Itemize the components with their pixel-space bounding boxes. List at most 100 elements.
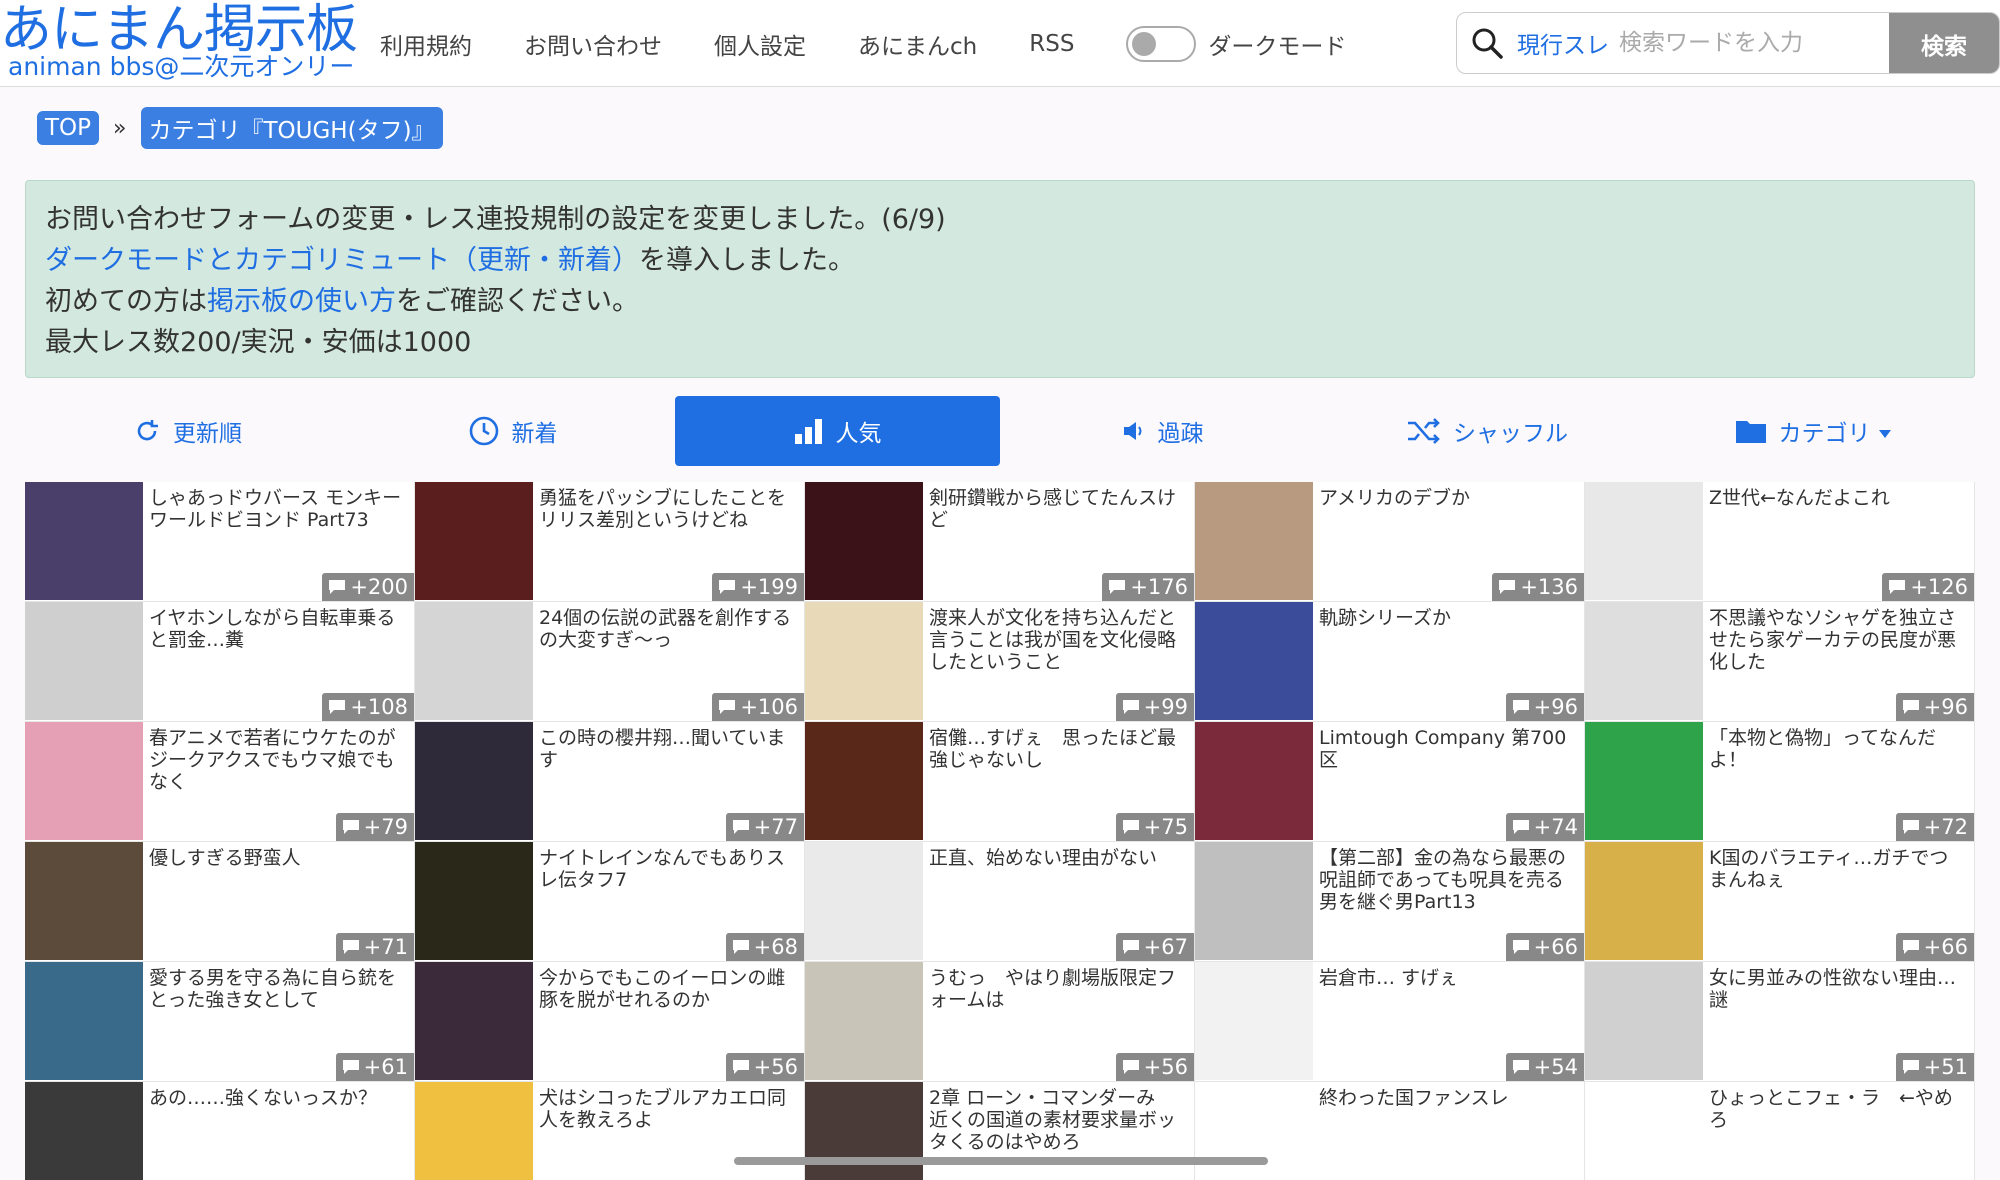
tab-updated[interactable]: 更新順 xyxy=(25,396,350,466)
thread-title[interactable]: 勇猛をパッシブにしたことをリリス差別というけどね xyxy=(539,487,794,531)
thread-card[interactable]: 春アニメで若者にウケたのがジークアクスでもウマ娘でもなく +79 xyxy=(25,722,415,842)
breadcrumb-category[interactable]: カテゴリ『TOUGH(タフ)』 xyxy=(140,107,443,149)
thread-card[interactable]: 今からでもこのイーロンの雌豚を脱がせれるのか +56 xyxy=(415,962,805,1082)
tab-category[interactable]: カテゴリ xyxy=(1650,396,1975,466)
thread-title[interactable]: 2章 ローン・コマンダーみ 近くの国道の素材要求量ボッタくるのはやめろ xyxy=(929,1087,1184,1153)
thread-title[interactable]: 【第二部】金の為なら最悪の呪詛師であっても呪具を売る男を継ぐ男Part13 xyxy=(1319,847,1574,913)
search-button[interactable]: 検索 xyxy=(1889,13,1999,73)
search-input[interactable] xyxy=(1619,30,1879,56)
thread-title[interactable]: 岩倉市… すげぇ xyxy=(1319,967,1574,989)
thread-title[interactable]: 宿儺…すげぇ 思ったほど最強じゃないし xyxy=(929,727,1184,771)
thread-title[interactable]: 今からでもこのイーロンの雌豚を脱がせれるのか xyxy=(539,967,794,1011)
dark-mode-announcement-link[interactable]: ダークモードとカテゴリミュート（更新・新着） xyxy=(45,245,639,276)
breadcrumb-top[interactable]: TOP xyxy=(37,111,100,145)
thread-card[interactable]: 軌跡シリーズか +96 xyxy=(1195,602,1585,722)
site-logo[interactable]: あにまん掲示板 animan bbs@二次元オンリー xyxy=(0,2,358,80)
thread-card[interactable]: 女に男並みの性欲ない理由…謎 +51 xyxy=(1585,962,1975,1082)
thread-thumbnail[interactable] xyxy=(805,1082,923,1180)
thread-thumbnail[interactable] xyxy=(1195,602,1313,720)
thread-thumbnail[interactable] xyxy=(1195,482,1313,600)
thread-card[interactable]: 不思議やなソシャゲを独立させたら家ゲーカテの民度が悪化した +96 xyxy=(1585,602,1975,722)
thread-thumbnail[interactable] xyxy=(415,1082,533,1180)
thread-card[interactable]: 愛する男を守る為に自ら銃をとった強き女として +61 xyxy=(25,962,415,1082)
thread-card[interactable]: K国のバラエティ…ガチでつまんねぇ +66 xyxy=(1585,842,1975,962)
thread-thumbnail[interactable] xyxy=(415,722,533,840)
thread-title[interactable]: 終わった国ファンスレ xyxy=(1319,1087,1574,1109)
thread-title[interactable]: 渡来人が文化を持ち込んだと言うことは我が国を文化侵略したということ xyxy=(929,607,1184,673)
thread-card[interactable]: 犬はシコったブルアカエロ同人を教えろよ xyxy=(415,1082,805,1180)
thread-thumbnail[interactable] xyxy=(1195,962,1313,1080)
thread-card[interactable]: 正直、始めない理由がない +67 xyxy=(805,842,1195,962)
thread-title[interactable]: 不思議やなソシャゲを独立させたら家ゲーカテの民度が悪化した xyxy=(1709,607,1964,673)
scrollbar[interactable] xyxy=(734,1157,1268,1165)
thread-card[interactable]: 【第二部】金の為なら最悪の呪詛師であっても呪具を売る男を継ぐ男Part13 +66 xyxy=(1195,842,1585,962)
thread-thumbnail[interactable] xyxy=(1585,962,1703,1080)
thread-title[interactable]: この時の櫻井翔…聞いています xyxy=(539,727,794,771)
thread-card[interactable]: 渡来人が文化を持ち込んだと言うことは我が国を文化侵略したということ +99 xyxy=(805,602,1195,722)
thread-title[interactable]: あの……強くないっスか？ xyxy=(149,1087,404,1109)
thread-title[interactable]: イヤホンしながら自転車乗ると罰金…糞 xyxy=(149,607,404,651)
thread-card[interactable]: ナイトレインなんでもありスレ伝タフ7 +68 xyxy=(415,842,805,962)
thread-thumbnail[interactable] xyxy=(1195,1082,1313,1180)
thread-thumbnail[interactable] xyxy=(415,962,533,1080)
nav-settings[interactable]: 個人設定 xyxy=(714,27,806,61)
nav-animanch[interactable]: あにまんch xyxy=(858,27,977,61)
thread-title[interactable]: 女に男並みの性欲ない理由…謎 xyxy=(1709,967,1964,1011)
thread-card[interactable]: 剣研鑽戦から感じてたんスけど +176 xyxy=(805,482,1195,602)
thread-card[interactable]: 終わった国ファンスレ xyxy=(1195,1082,1585,1180)
thread-title[interactable]: 正直、始めない理由がない xyxy=(929,847,1184,869)
thread-title[interactable]: しゃあっドウバース モンキーワールドビヨンド Part73 xyxy=(149,487,404,531)
tab-new[interactable]: 新着 xyxy=(350,396,675,466)
thread-title[interactable]: ひょっとこフェ・ラ ←やめろ xyxy=(1709,1087,1964,1131)
thread-title[interactable]: 24個の伝説の武器を創作するの大変すぎ〜っ xyxy=(539,607,794,651)
thread-card[interactable]: 24個の伝説の武器を創作するの大変すぎ〜っ +106 xyxy=(415,602,805,722)
thread-title[interactable]: 春アニメで若者にウケたのがジークアクスでもウマ娘でもなく xyxy=(149,727,404,793)
thread-card[interactable]: 2章 ローン・コマンダーみ 近くの国道の素材要求量ボッタくるのはやめろ xyxy=(805,1082,1195,1180)
thread-card[interactable]: アメリカのデブか +136 xyxy=(1195,482,1585,602)
thread-title[interactable]: K国のバラエティ…ガチでつまんねぇ xyxy=(1709,847,1964,891)
thread-title[interactable]: ナイトレインなんでもありスレ伝タフ7 xyxy=(539,847,794,891)
thread-card[interactable]: 勇猛をパッシブにしたことをリリス差別というけどね +199 xyxy=(415,482,805,602)
thread-thumbnail[interactable] xyxy=(415,482,533,600)
thread-card[interactable]: ひょっとこフェ・ラ ←やめろ xyxy=(1585,1082,1975,1180)
thread-card[interactable]: イヤホンしながら自転車乗ると罰金…糞 +108 xyxy=(25,602,415,722)
thread-thumbnail[interactable] xyxy=(25,602,143,720)
thread-card[interactable]: Z世代←なんだよこれ +126 xyxy=(1585,482,1975,602)
thread-thumbnail[interactable] xyxy=(805,482,923,600)
search-scope-select[interactable]: 現行スレ xyxy=(1517,26,1611,60)
nav-terms[interactable]: 利用規約 xyxy=(380,27,472,61)
thread-card[interactable]: 優しすぎる野蛮人 +71 xyxy=(25,842,415,962)
thread-thumbnail[interactable] xyxy=(25,962,143,1080)
thread-thumbnail[interactable] xyxy=(1585,1082,1703,1180)
dark-mode-toggle[interactable] xyxy=(1126,26,1197,62)
thread-title[interactable]: 剣研鑽戦から感じてたんスけど xyxy=(929,487,1184,531)
thread-thumbnail[interactable] xyxy=(1585,722,1703,840)
thread-title[interactable]: アメリカのデブか xyxy=(1319,487,1574,509)
thread-thumbnail[interactable] xyxy=(25,482,143,600)
thread-thumbnail[interactable] xyxy=(415,842,533,960)
nav-contact[interactable]: お問い合わせ xyxy=(524,27,662,61)
thread-thumbnail[interactable] xyxy=(805,962,923,1080)
thread-thumbnail[interactable] xyxy=(1195,842,1313,960)
thread-thumbnail[interactable] xyxy=(25,722,143,840)
usage-guide-link[interactable]: 掲示板の使い方 xyxy=(207,286,396,317)
thread-title[interactable]: Limtough Company 第700区 xyxy=(1319,727,1574,771)
thread-title[interactable]: 愛する男を守る為に自ら銃をとった強き女として xyxy=(149,967,404,1011)
thread-thumbnail[interactable] xyxy=(805,722,923,840)
thread-card[interactable]: しゃあっドウバース モンキーワールドビヨンド Part73 +200 xyxy=(25,482,415,602)
nav-rss[interactable]: RSS xyxy=(1029,31,1074,57)
thread-title[interactable]: 犬はシコったブルアカエロ同人を教えろよ xyxy=(539,1087,794,1131)
thread-card[interactable]: 「本物と偽物」ってなんだよ！ +72 xyxy=(1585,722,1975,842)
thread-card[interactable]: Limtough Company 第700区 +74 xyxy=(1195,722,1585,842)
thread-thumbnail[interactable] xyxy=(805,602,923,720)
thread-card[interactable]: あの……強くないっスか？ xyxy=(25,1082,415,1180)
thread-thumbnail[interactable] xyxy=(1585,602,1703,720)
thread-title[interactable]: うむっ やはり劇場版限定フォームは xyxy=(929,967,1184,1011)
thread-card[interactable]: 宿儺…すげぇ 思ったほど最強じゃないし +75 xyxy=(805,722,1195,842)
thread-title[interactable]: 軌跡シリーズか xyxy=(1319,607,1574,629)
thread-title[interactable]: Z世代←なんだよこれ xyxy=(1709,487,1964,509)
thread-thumbnail[interactable] xyxy=(1585,842,1703,960)
thread-title[interactable]: 「本物と偽物」ってなんだよ！ xyxy=(1709,727,1964,771)
thread-card[interactable]: うむっ やはり劇場版限定フォームは +56 xyxy=(805,962,1195,1082)
thread-thumbnail[interactable] xyxy=(25,1082,143,1180)
